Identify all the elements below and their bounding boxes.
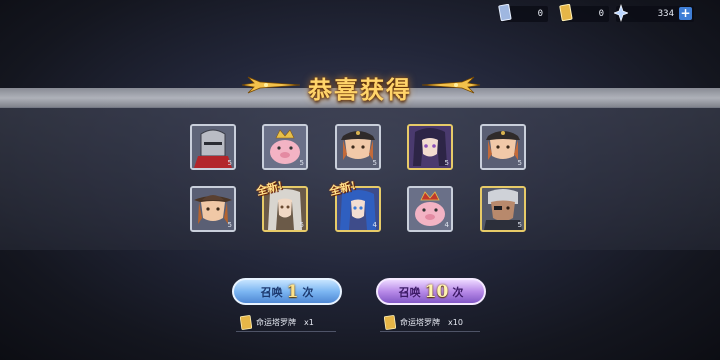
reward-card[interactable]: 5: [480, 186, 526, 232]
tarot-ticket-icon: [384, 314, 396, 330]
reward-card[interactable]: 5: [480, 124, 526, 170]
reward-card[interactable]: 4: [407, 186, 453, 232]
reward-card[interactable]: 5: [262, 124, 308, 170]
divider: [236, 331, 336, 332]
summon-once-cost: 命运塔罗牌 x1: [240, 314, 314, 330]
tarot-card-count: 0: [537, 9, 543, 19]
tarot-ticket-icon: [240, 314, 252, 330]
gold-ticket-count: 0: [598, 9, 604, 19]
page-title: 恭喜获得: [308, 75, 412, 104]
add-currency-button[interactable]: +: [679, 7, 692, 20]
divider: [380, 331, 480, 332]
star-crystal-icon: [614, 4, 628, 22]
right-ornament-icon: [422, 76, 481, 94]
gold-ticket-counter: 0: [559, 4, 609, 22]
summon-ten-cost: 命运塔罗牌 x10: [384, 314, 463, 330]
left-ornament-icon: [241, 76, 300, 94]
reward-card[interactable]: 5: [407, 124, 453, 170]
reward-card[interactable]: 5: [190, 124, 236, 170]
summon-once-button[interactable]: 召唤 1 次: [232, 278, 342, 305]
gold-ticket-icon: [559, 4, 573, 22]
reward-card[interactable]: 5: [190, 186, 236, 232]
tarot-card-counter: 0: [498, 4, 548, 22]
summon-ten-button[interactable]: 召唤 10 次: [376, 278, 486, 305]
star-crystal-count: 334: [657, 9, 674, 19]
reward-card[interactable]: 5: [335, 124, 381, 170]
tarot-card-icon: [498, 4, 512, 22]
